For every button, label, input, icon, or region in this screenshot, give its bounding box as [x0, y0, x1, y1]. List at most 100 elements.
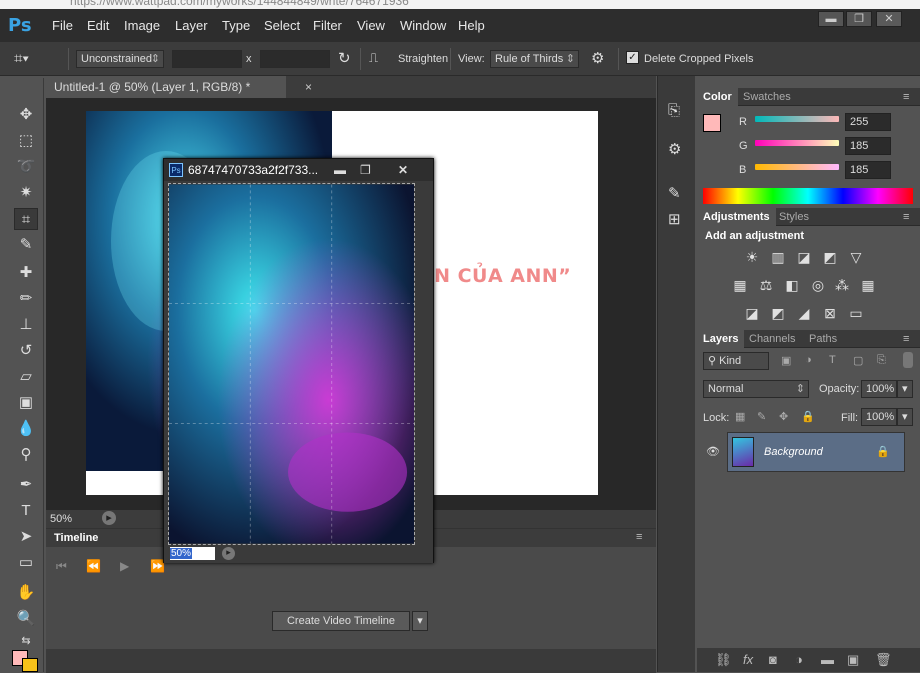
float-close-button[interactable]: ✕ [398, 159, 408, 181]
straighten-icon[interactable]: ⎍ [369, 50, 378, 66]
b-slider[interactable] [755, 164, 839, 170]
fill-field[interactable]: 100% [861, 408, 897, 426]
healing-brush-tool-icon[interactable]: ✚ [14, 262, 38, 284]
timeline-title[interactable]: Timeline [54, 532, 98, 544]
view-dropdown[interactable]: Rule of Thirds ⇕ [490, 50, 579, 68]
exposure-icon[interactable]: ◩ [819, 248, 841, 266]
delete-layer-icon[interactable]: 🗑 [875, 652, 892, 668]
move-tool-icon[interactable]: ✥ [14, 104, 38, 126]
tab-adjustments[interactable]: Adjustments [697, 208, 776, 226]
blend-mode-dropdown[interactable]: Normal ⇕ [703, 380, 809, 398]
floating-status-icon[interactable]: ▸ [222, 547, 235, 560]
floating-window-titlebar[interactable]: Ps 68747470733a2f2f733... ▬ ❐ ✕ [164, 159, 433, 181]
delete-cropped-checkbox[interactable]: ✓ [626, 51, 639, 64]
float-minimize-button[interactable]: ▬ [334, 159, 346, 181]
tab-channels[interactable]: Channels [743, 330, 801, 348]
menu-select[interactable]: Select [264, 18, 300, 33]
fill-dropdown[interactable]: ▾ [897, 408, 913, 426]
create-video-timeline-button[interactable]: Create Video Timeline [272, 611, 410, 631]
r-slider[interactable] [755, 116, 839, 122]
fx-icon[interactable]: fx [743, 652, 753, 667]
menu-view[interactable]: View [357, 18, 385, 33]
lock-transparent-icon[interactable]: ▦ [735, 410, 745, 423]
menu-window[interactable]: Window [400, 18, 446, 33]
gradient-tool-icon[interactable]: ▣ [14, 392, 38, 414]
path-selection-tool-icon[interactable]: ➤ [14, 526, 38, 548]
clone-source-panel-icon[interactable]: ⊞ [668, 210, 681, 228]
minimize-button[interactable]: ▬ [818, 11, 844, 27]
straighten-label[interactable]: Straighten [398, 53, 448, 65]
gear-icon[interactable]: ⚙ [591, 49, 604, 67]
menu-file[interactable]: File [52, 18, 73, 33]
layers-menu-icon[interactable]: ≡ [897, 330, 915, 348]
filter-type-icon[interactable]: T [829, 354, 836, 366]
pen-tool-icon[interactable]: ✒ [14, 474, 38, 496]
adjustments-menu-icon[interactable]: ≡ [897, 208, 915, 226]
magic-wand-tool-icon[interactable]: ✷ [14, 182, 38, 204]
new-layer-icon[interactable]: ▣ [847, 652, 859, 668]
height-field[interactable] [260, 50, 330, 68]
gradient-map-icon[interactable]: ▭ [845, 304, 867, 322]
background-color-swatch[interactable] [22, 658, 38, 672]
dodge-tool-icon[interactable]: ⚲ [14, 444, 38, 466]
eraser-tool-icon[interactable]: ▱ [14, 366, 38, 388]
tab-color[interactable]: Color [697, 88, 738, 106]
blur-tool-icon[interactable]: 💧 [14, 418, 38, 440]
curves-icon[interactable]: ◪ [793, 248, 815, 266]
filter-shape-icon[interactable]: ▢ [853, 354, 863, 367]
swap-colors-icon[interactable]: ⇆ [14, 630, 38, 652]
channel-mixer-icon[interactable]: ⁂ [831, 276, 853, 294]
menu-image[interactable]: Image [124, 18, 160, 33]
floating-document-window[interactable]: Ps 68747470733a2f2f733... ▬ ❐ ✕ 50% ▸ [163, 158, 434, 563]
tab-paths[interactable]: Paths [803, 330, 843, 348]
filter-toggle[interactable] [903, 352, 913, 368]
layer-kind-filter[interactable]: ⚲ Kind [703, 352, 769, 370]
document-zoom[interactable]: 50% [50, 513, 72, 525]
status-info-icon[interactable]: ▸ [102, 511, 116, 525]
menu-layer[interactable]: Layer [175, 18, 208, 33]
filter-smart-object-icon[interactable]: ⎘ [877, 354, 886, 367]
tab-swatches[interactable]: Swatches [737, 88, 797, 106]
levels-icon[interactable]: ▥ [767, 248, 789, 266]
properties-panel-icon[interactable]: ⚙ [668, 140, 681, 158]
ratio-dropdown[interactable]: Unconstrained ⇕ [76, 50, 164, 68]
tab-styles[interactable]: Styles [773, 208, 815, 226]
menu-help[interactable]: Help [458, 18, 485, 33]
r-value[interactable]: 255 [845, 113, 891, 131]
lock-position-icon[interactable]: ✥ [779, 410, 788, 423]
hue-saturation-icon[interactable]: ▦ [729, 276, 751, 294]
color-balance-icon[interactable]: ⚖ [755, 276, 777, 294]
brightness-contrast-icon[interactable]: ☀ [741, 248, 763, 266]
width-field[interactable] [172, 50, 242, 68]
close-tab-icon[interactable]: × [305, 76, 312, 98]
vibrance-icon[interactable]: ▽ [845, 248, 867, 266]
eyedropper-tool-icon[interactable]: ✎ [14, 234, 38, 256]
clone-stamp-tool-icon[interactable]: ⊥ [14, 314, 38, 336]
type-tool-icon[interactable]: T [14, 500, 38, 522]
color-panel-menu-icon[interactable]: ≡ [897, 88, 915, 106]
layer-name[interactable]: Background [764, 446, 823, 458]
g-value[interactable]: 185 [845, 137, 891, 155]
new-adjustment-layer-icon[interactable]: ◑ [795, 652, 803, 667]
posterize-icon[interactable]: ◩ [767, 304, 789, 322]
document-tab[interactable]: Untitled-1 @ 50% (Layer 1, RGB/8) * × [46, 76, 312, 98]
color-lookup-icon[interactable]: ▦ [857, 276, 879, 294]
invert-icon[interactable]: ◪ [741, 304, 763, 322]
crop-tool-icon[interactable]: ⌗ [14, 208, 38, 230]
layer-row-background[interactable]: 👁 Background 🔒 [706, 432, 905, 472]
eye-icon[interactable]: 👁 [706, 445, 720, 458]
history-panel-icon[interactable]: ⎘ [668, 102, 680, 119]
lock-all-icon[interactable]: 🔒 [801, 410, 815, 423]
menu-type[interactable]: Type [222, 18, 250, 33]
first-frame-icon[interactable]: ⏮ [56, 559, 67, 574]
play-icon[interactable]: ▶ [120, 559, 129, 573]
b-value[interactable]: 185 [845, 161, 891, 179]
threshold-icon[interactable]: ◢ [793, 304, 815, 322]
link-layers-icon[interactable]: ⛓ [715, 652, 732, 668]
lock-image-icon[interactable]: ✎ [757, 410, 766, 423]
color-fg-swatch[interactable] [703, 114, 721, 132]
new-group-icon[interactable]: ▬ [821, 652, 834, 667]
menu-filter[interactable]: Filter [313, 18, 342, 33]
marquee-tool-icon[interactable]: ⬚ [14, 130, 38, 152]
zoom-tool-icon[interactable]: 🔍 [14, 608, 38, 630]
